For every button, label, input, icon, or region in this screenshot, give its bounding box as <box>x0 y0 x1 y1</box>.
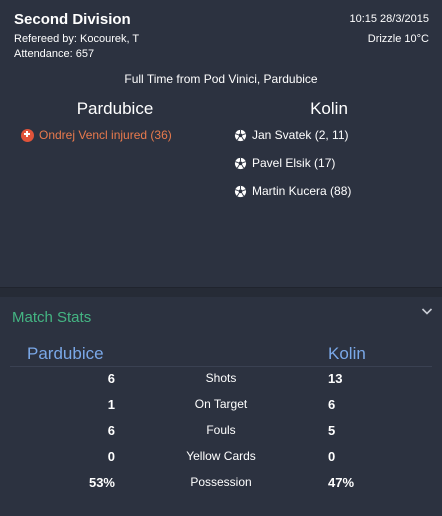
stat-row-shots: 6 Shots 13 <box>0 371 442 391</box>
away-event-goal[interactable]: Martin Kucera (88) <box>234 182 351 200</box>
injury-icon <box>21 128 34 142</box>
event-text: Jan Svatek (2, 11) <box>252 128 349 142</box>
stat-home-value: 53% <box>88 475 115 490</box>
stat-away-value: 5 <box>328 423 336 438</box>
event-text: Ondrej Vencl injured (36) <box>39 128 172 142</box>
stat-away-value: 47% <box>328 475 355 490</box>
stat-away-value: 13 <box>328 371 343 386</box>
competition-title[interactable]: Second Division <box>14 11 131 28</box>
stat-label: On Target <box>194 397 248 411</box>
away-event-goal[interactable]: Jan Svatek (2, 11) <box>234 126 349 144</box>
away-team-name[interactable]: Kolin <box>249 99 409 119</box>
weather-text: Drizzle 10°C <box>367 33 429 45</box>
stat-row-yellow-cards: 0 Yellow Cards 0 <box>0 449 442 469</box>
stat-home-value: 6 <box>107 371 115 386</box>
stat-row-possession: 53% Possession 47% <box>0 475 442 495</box>
stat-row-on-target: 1 On Target 6 <box>0 397 442 417</box>
event-text: Pavel Elsik (17) <box>252 156 336 170</box>
divider <box>10 366 432 367</box>
attendance-text: Attendance: 657 <box>14 48 95 60</box>
match-datetime: 10:15 28/3/2015 <box>349 13 429 25</box>
stat-home-value: 0 <box>107 449 115 464</box>
stat-home-value: 1 <box>107 397 115 412</box>
match-stats-header: Match Stats <box>12 309 92 326</box>
stat-label: Possession <box>190 475 252 489</box>
stat-row-fouls: 6 Fouls 5 <box>0 423 442 443</box>
stat-label: Yellow Cards <box>186 449 256 463</box>
stat-home-value: 6 <box>107 423 115 438</box>
home-event-injury[interactable]: Ondrej Vencl injured (36) <box>21 126 172 144</box>
stat-away-value: 0 <box>328 449 336 464</box>
stats-home-team[interactable]: Pardubice <box>27 344 104 364</box>
stat-away-value: 6 <box>328 397 336 412</box>
football-icon <box>234 157 247 169</box>
football-icon <box>234 185 247 197</box>
stat-label: Shots <box>205 371 237 385</box>
football-icon <box>234 129 247 141</box>
event-text: Martin Kucera (88) <box>252 184 352 198</box>
stat-label: Fouls <box>206 423 236 437</box>
stats-away-team[interactable]: Kolin <box>328 344 366 364</box>
match-summary-panel: Second Division Refereed by: Kocourek, T… <box>0 0 442 288</box>
away-event-goal[interactable]: Pavel Elsik (17) <box>234 154 335 172</box>
home-team-name[interactable]: Pardubice <box>35 99 195 119</box>
match-stats-panel: Match Stats Pardubice Kolin 6 Shots 13 1… <box>0 297 442 516</box>
result-line: Full Time from Pod Vinici, Pardubice <box>124 72 318 86</box>
referee-text: Refereed by: Kocourek, T <box>14 33 140 45</box>
chevron-down-icon[interactable] <box>421 306 433 316</box>
